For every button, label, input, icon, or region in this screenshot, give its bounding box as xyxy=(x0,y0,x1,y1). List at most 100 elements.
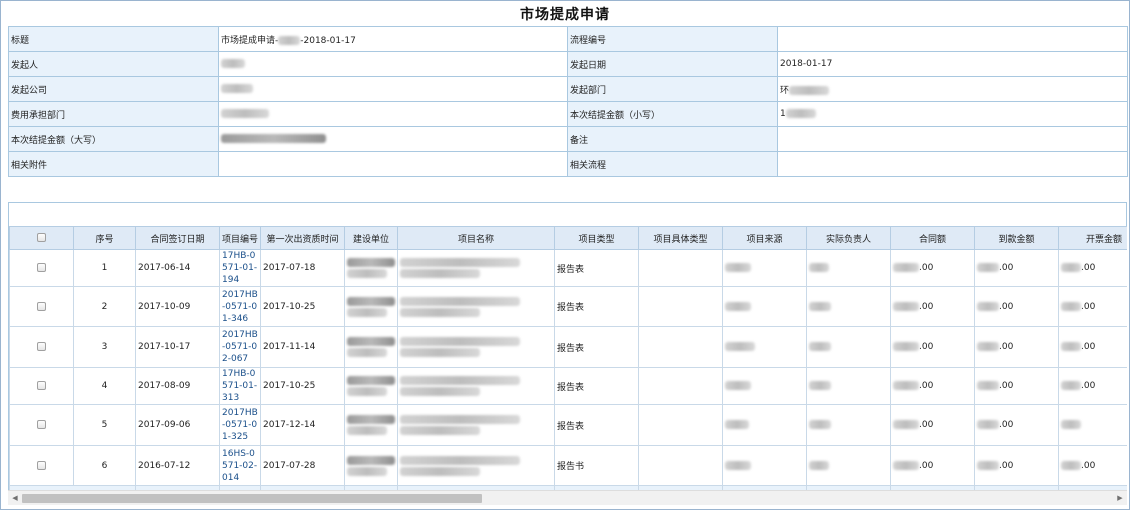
redacted-text xyxy=(400,269,480,278)
cell-invoice-amount: .00 xyxy=(1058,445,1127,486)
redacted-text xyxy=(400,466,480,476)
redacted-text xyxy=(400,348,480,357)
horizontal-scrollbar[interactable]: ◀ ▶ xyxy=(8,490,1127,505)
redacted-text xyxy=(1061,381,1081,390)
title-suffix: -2018-01-17 xyxy=(300,35,356,46)
cell-project-no[interactable]: 17HB-0571-01-313 xyxy=(219,367,261,405)
form-label: 相关流程 xyxy=(567,151,778,177)
detail-grid[interactable]: 序号 合同签订日期 项目编号 第一次出资质时间 建设单位 项目名称 项目类型 项… xyxy=(8,226,1127,490)
table-row[interactable]: 1 2017-06-14 17HB-0571-01-194 2017-07-18 报告表… xyxy=(9,249,1127,287)
table-row[interactable]: 2 2017-10-09 2017HB-0571-01-346 2017-10-25 报… xyxy=(9,286,1127,327)
cell-project-no[interactable]: 2017HB-0571-01-346 xyxy=(219,286,261,327)
cell-owner xyxy=(806,445,891,486)
amount-suffix: .00 xyxy=(1081,301,1096,312)
redacted-text xyxy=(347,466,387,476)
row-checkbox[interactable] xyxy=(37,460,46,470)
redacted-text xyxy=(400,387,480,396)
table-row[interactable]: 4 2017-08-09 17HB-0571-01-313 2017-10-25 报告表… xyxy=(9,367,1127,405)
redacted-text xyxy=(1061,420,1081,429)
row-checkbox[interactable] xyxy=(37,420,46,429)
cell-builder xyxy=(344,286,398,327)
form-row: 本次结提金额（大写） 备注 xyxy=(8,126,1128,152)
redacted-text xyxy=(1061,301,1081,311)
redacted-text xyxy=(221,134,326,143)
table-row[interactable]: 3 2017-10-17 2017HB-0571-02-067 2017-11-14 报… xyxy=(9,326,1127,368)
column-header[interactable]: 实际负责人 xyxy=(806,226,891,250)
cell-invoice-amount xyxy=(1058,404,1127,446)
select-all-header[interactable] xyxy=(9,226,74,250)
form-value: 2018-01-17 xyxy=(777,51,1128,77)
cell-project-no[interactable]: 16HS-0571-02-014 xyxy=(219,445,261,486)
column-header[interactable]: 建设单位 xyxy=(344,226,398,250)
table-row[interactable]: 5 2017-09-06 2017HB-0571-01-325 2017-12-14 报… xyxy=(9,404,1127,446)
redacted-text xyxy=(1061,342,1081,351)
cell-builder xyxy=(344,404,398,446)
row-checkbox[interactable] xyxy=(37,263,46,272)
column-header[interactable]: 序号 xyxy=(73,226,136,250)
column-header[interactable]: 项目来源 xyxy=(722,226,807,250)
row-select-cell[interactable] xyxy=(9,286,74,327)
scrollbar-thumb[interactable] xyxy=(22,494,482,503)
amount-suffix: .00 xyxy=(919,460,934,471)
redacted-text xyxy=(347,337,395,346)
form-label: 流程编号 xyxy=(567,26,778,52)
grid-header-row: 序号 合同签订日期 项目编号 第一次出资质时间 建设单位 项目名称 项目类型 项… xyxy=(9,226,1127,250)
column-header[interactable]: 合同签订日期 xyxy=(135,226,220,250)
redacted-text xyxy=(347,258,395,267)
cell-seq: 6 xyxy=(73,445,136,486)
cell-source xyxy=(722,286,807,327)
cell-seq: 2 xyxy=(73,286,136,327)
cell-project-no[interactable]: 17HB-0571-01-194 xyxy=(219,249,261,287)
column-header[interactable]: 合同额 xyxy=(890,226,975,250)
column-header[interactable]: 到款金额 xyxy=(974,226,1059,250)
cell-sign-date: 2017-09-06 xyxy=(135,404,220,446)
cell-project-subtype xyxy=(638,404,723,446)
row-select-cell[interactable] xyxy=(9,249,74,287)
cell-project-no[interactable]: 2017HB-0571-02-067 xyxy=(219,326,261,368)
amount-suffix: .00 xyxy=(999,420,1014,430)
row-checkbox[interactable] xyxy=(37,381,46,390)
row-select-cell[interactable] xyxy=(9,367,74,405)
redacted-text xyxy=(400,426,480,435)
redacted-text xyxy=(725,420,749,429)
row-select-cell[interactable] xyxy=(9,404,74,446)
form-value xyxy=(218,151,568,177)
form-row: 标题 市场提成申请- -2018-01-17 流程编号 xyxy=(8,26,1128,52)
cell-builder xyxy=(344,326,398,368)
row-checkbox[interactable] xyxy=(37,301,46,311)
form-label: 本次结提金额（小写） xyxy=(567,101,778,127)
cell-received-amount: .00 xyxy=(974,326,1059,368)
form-value xyxy=(218,76,568,102)
column-header[interactable]: 项目类型 xyxy=(554,226,639,250)
cell-sign-date: 2017-08-09 xyxy=(135,367,220,405)
form-label: 发起人 xyxy=(8,51,219,77)
form-value: 环 xyxy=(777,76,1128,102)
cell-source xyxy=(722,445,807,486)
form-label: 本次结提金额（大写） xyxy=(8,126,219,152)
amount-suffix: .00 xyxy=(919,420,934,430)
arrow-right-icon[interactable]: ▶ xyxy=(1113,491,1127,506)
arrow-left-icon[interactable]: ◀ xyxy=(8,491,22,506)
column-header[interactable]: 项目编号 xyxy=(219,226,261,250)
table-row[interactable]: 6 2016-07-12 16HS-0571-02-014 2017-07-28 报告书… xyxy=(9,445,1127,486)
amount-suffix: .00 xyxy=(919,342,934,352)
select-all-checkbox[interactable] xyxy=(37,233,46,242)
redacted-text xyxy=(278,35,301,45)
row-select-cell[interactable] xyxy=(9,445,74,486)
redacted-text xyxy=(785,109,816,118)
cell-source xyxy=(722,249,807,287)
cell-first-date: 2017-12-14 xyxy=(260,404,345,446)
redacted-text xyxy=(221,84,253,93)
redacted-text xyxy=(977,301,999,311)
column-header[interactable]: 项目具体类型 xyxy=(638,226,723,250)
column-header[interactable]: 第一次出资质时间 xyxy=(260,226,345,250)
row-checkbox[interactable] xyxy=(37,342,46,351)
row-select-cell[interactable] xyxy=(9,326,74,368)
cell-contract-amount: .00 xyxy=(890,367,975,405)
cell-invoice-amount: .00 xyxy=(1058,326,1127,368)
column-header[interactable]: 项目名称 xyxy=(397,226,555,250)
column-header[interactable]: 开票金额 xyxy=(1058,226,1127,250)
redacted-text xyxy=(977,420,999,429)
cell-contract-amount: .00 xyxy=(890,286,975,327)
cell-project-no[interactable]: 2017HB-0571-01-325 xyxy=(219,404,261,446)
